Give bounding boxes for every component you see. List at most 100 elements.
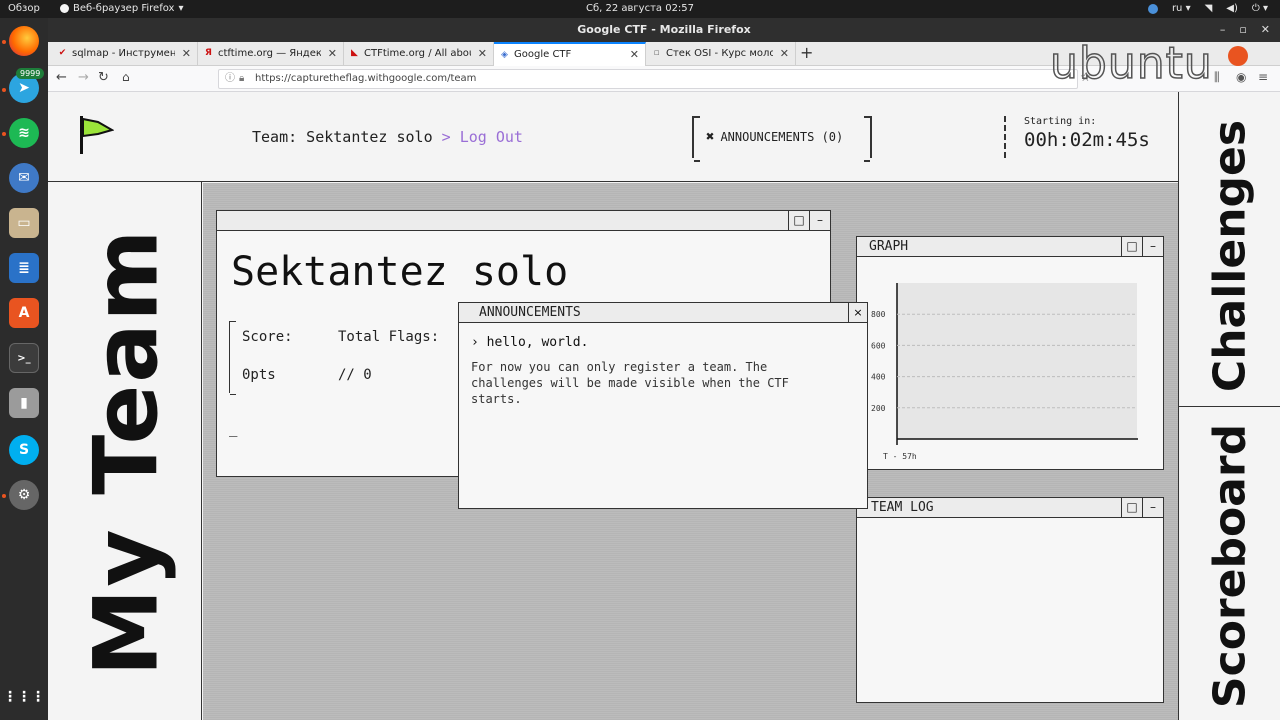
dock: ➤ 9999 ≋ ✉ ▭ ≣ A >_ ▮ S ⚙ ⋮⋮⋮: [0, 18, 48, 720]
minimize-icon[interactable]: –: [809, 211, 830, 231]
menu-icon[interactable]: ≡: [1258, 70, 1268, 84]
system-top-bar: Обзор Веб-браузер Firefox ▾ Сб, 22 авгус…: [0, 0, 1280, 18]
tab-close-icon[interactable]: ✕: [328, 42, 337, 66]
challenges-link[interactable]: Challenges: [1205, 120, 1256, 392]
y-tick-label: 200: [871, 404, 886, 413]
running-indicator: [2, 40, 6, 44]
url-text: https://capturetheflag.withgoogle.com/te…: [255, 73, 477, 84]
running-indicator: [2, 494, 6, 498]
maximize-icon[interactable]: ▫: [1239, 18, 1246, 42]
running-indicator: [2, 88, 6, 92]
minimize-icon[interactable]: –: [1142, 498, 1163, 518]
thunderbird-icon[interactable]: ✉: [9, 163, 39, 193]
team-window-titlebar[interactable]: [217, 211, 830, 231]
announcement-body: For now you can only register a team. Th…: [471, 360, 789, 406]
tab-close-icon[interactable]: ✕: [478, 42, 487, 66]
volume-icon[interactable]: ◀): [1226, 3, 1238, 14]
skype-icon[interactable]: S: [9, 435, 39, 465]
writer-icon[interactable]: ≣: [9, 253, 39, 283]
software-center-icon[interactable]: A: [9, 298, 39, 328]
right-nav: Challenges Scoreboard: [1178, 92, 1280, 720]
url-bar[interactable]: ⓘ 🔒︎ https://capturetheflag.withgoogle.c…: [218, 69, 1078, 89]
graph-title[interactable]: GRAPH: [857, 237, 1163, 257]
clock[interactable]: Сб, 22 августа 02:57: [0, 3, 1280, 14]
tab-yandex[interactable]: Я ctftime.org — Яндекс: н ✕: [198, 42, 344, 66]
score-value: 0pts: [242, 367, 276, 383]
reload-icon[interactable]: ↻: [98, 70, 109, 85]
separator-chevron: >: [441, 128, 451, 146]
settings-gear-icon[interactable]: ⚙: [9, 480, 39, 510]
announcement-window: ANNOUNCEMENTS × › hello, world. For now …: [458, 302, 868, 509]
site-header: Team: Sektantez solo > Log Out ✖ ANNOUNC…: [48, 92, 1178, 182]
maximize-icon[interactable]: □: [788, 211, 809, 231]
my-team-nav[interactable]: My Team: [48, 182, 202, 720]
announcements-button[interactable]: ✖ ANNOUNCEMENTS (0): [692, 116, 872, 162]
tab-ctftime[interactable]: ◣ CTFtime.org / All about ✕: [344, 42, 494, 66]
score-label: Score:: [242, 329, 293, 345]
power-icon[interactable]: ⏻ ▾: [1252, 3, 1268, 14]
close-window-icon[interactable]: ✕: [1261, 18, 1270, 42]
maximize-icon[interactable]: □: [1121, 498, 1142, 518]
team-log-title[interactable]: TEAM LOG: [857, 498, 1163, 518]
tab-close-icon[interactable]: ✕: [780, 42, 789, 66]
accessibility-icon[interactable]: [1147, 3, 1158, 14]
forward-icon[interactable]: →: [78, 70, 89, 85]
ctf-flag-logo-icon[interactable]: [78, 116, 114, 156]
tab-sqlmap[interactable]: ✔ sqlmap - Инструменты К ✕: [52, 42, 198, 66]
ubuntu-watermark: ubuntu: [1049, 37, 1213, 90]
plot-area: [897, 283, 1137, 439]
y-tick-label: 800: [871, 310, 886, 319]
team-line: Team: Sektantez solo > Log Out: [252, 128, 523, 146]
lock-icon[interactable]: 🔒︎: [239, 70, 244, 88]
system-tray[interactable]: ru ▾ ◥ ◀) ⏻ ▾: [1147, 3, 1268, 14]
announcement-title[interactable]: ANNOUNCEMENTS: [459, 303, 867, 323]
minimize-icon[interactable]: –: [1142, 237, 1163, 257]
show-applications-icon[interactable]: ⋮⋮⋮: [3, 682, 45, 712]
tab-close-icon[interactable]: ✕: [182, 42, 191, 66]
countdown-timer: 00h:02m:45s: [1024, 129, 1150, 151]
network-icon[interactable]: ◥: [1205, 3, 1213, 14]
flags-label: Total Flags:: [338, 329, 440, 345]
maximize-icon[interactable]: □: [1121, 237, 1142, 257]
close-icon[interactable]: ×: [848, 303, 867, 323]
firefox-icon[interactable]: [9, 26, 39, 56]
account-icon[interactable]: ◉: [1236, 70, 1246, 84]
tab-google-ctf[interactable]: ◈ Google CTF ✕: [494, 42, 646, 66]
close-x-icon: ✖: [706, 129, 715, 145]
minimize-icon[interactable]: –: [1220, 18, 1226, 42]
team-log-window: TEAM LOG □ –: [856, 497, 1164, 703]
ubuntu-logo-icon: [1228, 46, 1248, 66]
files-icon[interactable]: ▭: [9, 208, 39, 238]
prompt-chevron-icon: ›: [471, 335, 479, 350]
text-cursor: _: [229, 421, 238, 437]
yandex-icon: Я: [205, 48, 212, 58]
tab-osi[interactable]: ▫ Стек OSI - Курс молодого С ✕: [646, 42, 796, 66]
team-name-heading: Sektantez solo: [231, 249, 569, 295]
back-icon[interactable]: ←: [56, 70, 67, 85]
scoreboard-link[interactable]: Scoreboard: [1205, 424, 1256, 708]
notification-badge: 9999: [16, 68, 45, 79]
checkmark-icon: ✔: [58, 48, 67, 58]
nav-divider: [1179, 406, 1280, 407]
countdown-box: Starting in: 00h:02m:45s: [1004, 116, 1150, 158]
logout-link[interactable]: Log Out: [460, 128, 523, 146]
starting-label: Starting in:: [1024, 116, 1097, 127]
my-team-label: My Team: [74, 227, 178, 677]
tab-close-icon[interactable]: ✕: [630, 44, 639, 65]
terminal-icon[interactable]: >_: [9, 343, 39, 373]
home-icon[interactable]: ⌂: [122, 70, 130, 84]
page-content: Team: Sektantez solo > Log Out ✖ ANNOUNC…: [48, 92, 1280, 720]
ctftime-icon: ◣: [351, 48, 358, 58]
library-icon[interactable]: ⫼: [1214, 70, 1220, 85]
window-title: Google CTF - Mozilla Firefox: [577, 23, 751, 36]
graph-window: GRAPH □ – 200 400 600 800 T - 57h: [856, 236, 1164, 470]
info-icon[interactable]: ⓘ: [225, 70, 235, 88]
new-tab-button[interactable]: +: [800, 42, 813, 64]
team-label: Team: Sektantez solo: [252, 128, 433, 146]
archive-icon[interactable]: ▮: [9, 388, 39, 418]
spotify-icon[interactable]: ≋: [9, 118, 39, 148]
score-box: Score: Total Flags: 0pts // 0: [229, 321, 489, 395]
language-indicator[interactable]: ru ▾: [1172, 3, 1191, 14]
score-graph: 200 400 600 800 T - 57h: [871, 283, 1138, 461]
y-tick-label: 600: [871, 341, 886, 350]
